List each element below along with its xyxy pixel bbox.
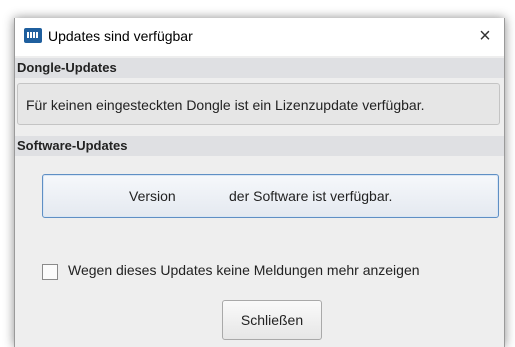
window-title: Updates sind verfügbar xyxy=(48,28,193,44)
dongle-status-message: Für keinen eingesteckten Dongle ist ein … xyxy=(17,83,500,125)
software-updates-header: Software-Updates xyxy=(15,136,504,156)
update-dialog: Updates sind verfügbar × Dongle-Updates … xyxy=(14,18,505,347)
suppress-notifications-label[interactable]: Wegen dieses Updates keine Meldungen meh… xyxy=(68,262,420,278)
app-logo-icon xyxy=(24,28,42,43)
version-availability-text: der Software ist verfügbar. xyxy=(229,188,393,204)
close-icon[interactable]: × xyxy=(470,21,500,51)
close-button[interactable]: Schließen xyxy=(222,300,322,340)
software-version-button[interactable]: Version der Software ist verfügbar. xyxy=(42,174,499,218)
version-label: Version xyxy=(129,188,176,204)
suppress-notifications-checkbox[interactable] xyxy=(42,264,58,280)
title-bar: Updates sind verfügbar × xyxy=(15,18,504,56)
dongle-updates-header: Dongle-Updates xyxy=(15,58,504,78)
